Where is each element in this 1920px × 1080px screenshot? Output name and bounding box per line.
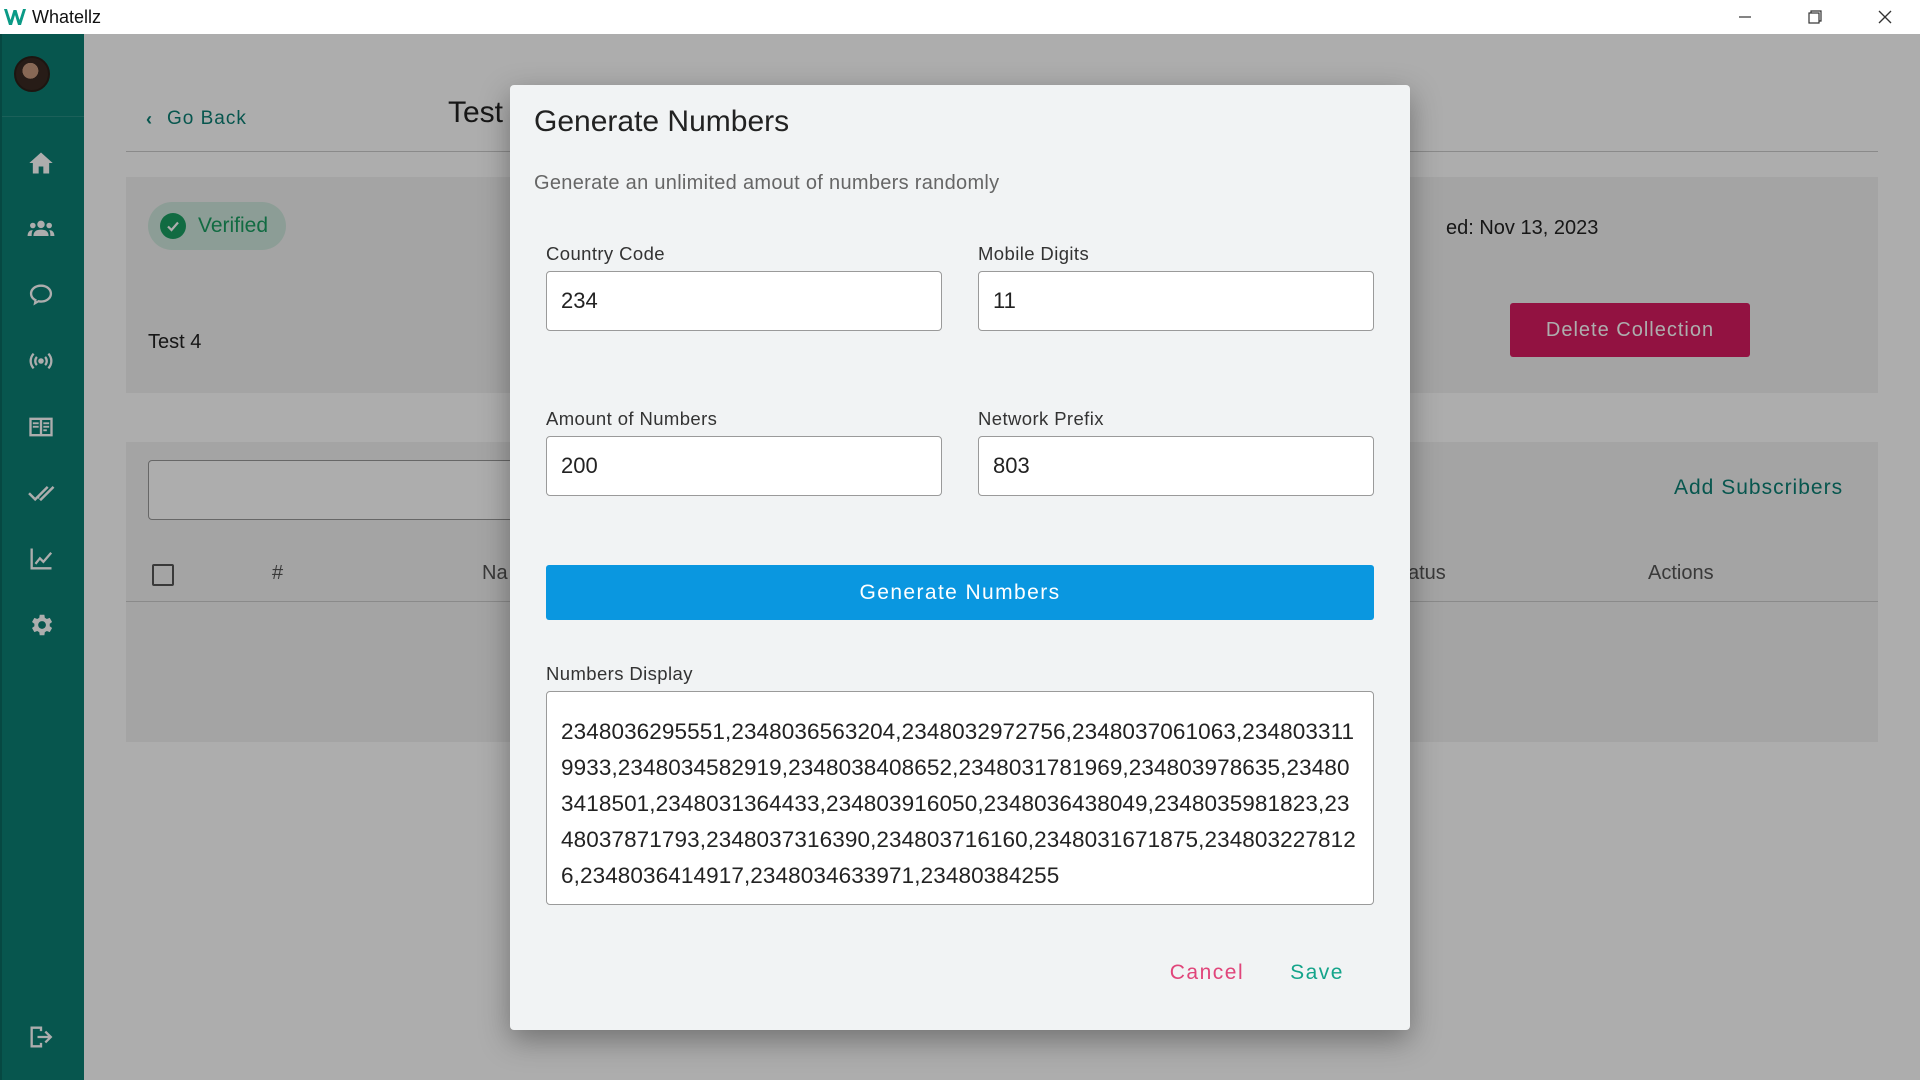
dialog-subtitle: Generate an unlimited amout of numbers r… [534,172,1000,194]
dialog-title: Generate Numbers [534,105,790,138]
window-titlebar: Whatellz [0,0,1920,34]
numbers-display-label: Numbers Display [546,663,693,684]
generate-numbers-dialog: Generate Numbers Generate an unlimited a… [510,85,1410,1030]
cancel-button[interactable]: Cancel [1170,961,1244,985]
dialog-actions: Cancel Save [1170,961,1344,985]
minimize-button[interactable] [1710,0,1780,34]
close-window-button[interactable] [1850,0,1920,34]
network-prefix-field[interactable] [978,436,1374,496]
close-icon [1878,10,1892,24]
mobile-digits-field[interactable] [978,271,1374,331]
country-code-field[interactable] [546,271,942,331]
minimize-icon [1739,16,1751,18]
window-controls [1710,0,1920,34]
restore-icon [1808,10,1822,24]
network-prefix-label: Network Prefix [978,408,1104,429]
country-code-label: Country Code [546,243,665,264]
amount-label: Amount of Numbers [546,408,718,429]
app-logo-icon [2,4,28,30]
restore-button[interactable] [1780,0,1850,34]
generate-numbers-button[interactable]: Generate Numbers [546,565,1374,620]
amount-field[interactable] [546,436,942,496]
app-title: Whatellz [32,6,102,27]
mobile-digits-label: Mobile Digits [978,243,1090,264]
save-button[interactable]: Save [1290,961,1344,985]
numbers-display-textarea[interactable]: 2348036295551,2348036563204,234803297275… [546,691,1374,905]
